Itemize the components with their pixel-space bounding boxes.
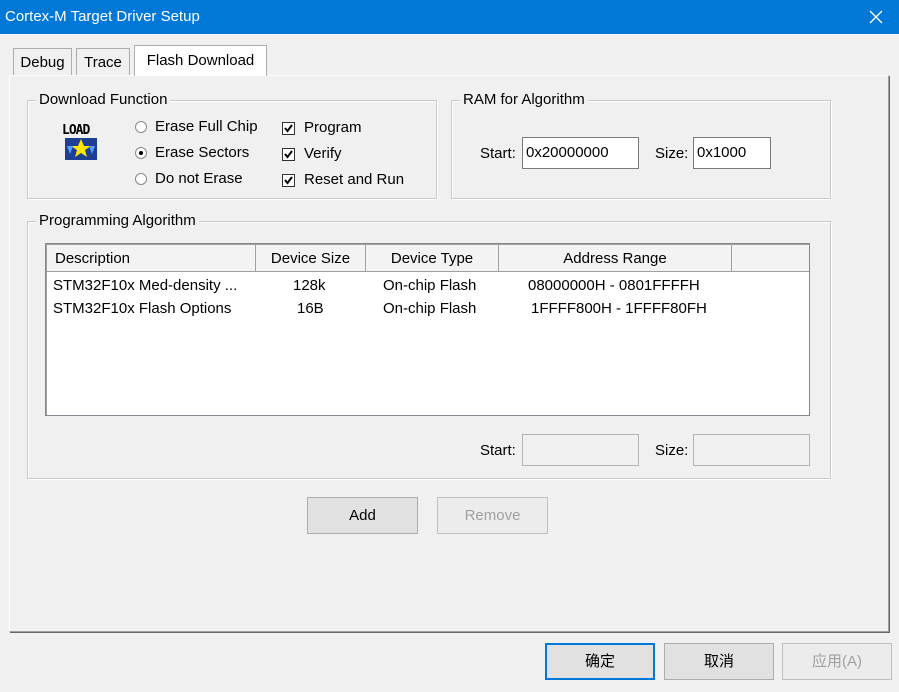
cell-type: On-chip Flash bbox=[383, 277, 477, 294]
radio-do-not-erase[interactable]: Do not Erase bbox=[135, 170, 265, 190]
cell-description: STM32F10x Med-density ... bbox=[53, 277, 238, 294]
radio-circle bbox=[135, 121, 147, 133]
close-button[interactable] bbox=[853, 0, 899, 34]
column-header-address-range[interactable]: Address Range bbox=[499, 245, 732, 272]
check-icon bbox=[284, 176, 293, 185]
load-icon-text: LOAD bbox=[62, 123, 90, 138]
cell-range: 1FFFF800H - 1FFFF80FH bbox=[531, 300, 707, 317]
cancel-button[interactable]: 取消 bbox=[664, 643, 774, 680]
ram-start-label: Start: bbox=[480, 145, 516, 162]
load-icon: LOAD bbox=[61, 123, 101, 162]
checkbox-box bbox=[282, 174, 295, 187]
list-header: Description Device Size Device Type Addr… bbox=[47, 245, 809, 272]
cell-range: 08000000H - 0801FFFFH bbox=[528, 277, 700, 294]
close-icon bbox=[869, 10, 883, 24]
check-icon bbox=[284, 124, 293, 133]
ram-size-label: Size: bbox=[655, 145, 689, 162]
cell-type: On-chip Flash bbox=[383, 300, 477, 317]
tab-trace[interactable]: Trace bbox=[76, 48, 130, 75]
algorithm-list[interactable]: Description Device Size Device Type Addr… bbox=[45, 243, 810, 416]
checkbox-program[interactable]: Program bbox=[282, 119, 392, 139]
cell-size: 128k bbox=[293, 277, 326, 294]
algorithm-start-label: Start: bbox=[480, 442, 516, 459]
algorithm-size-label: Size: bbox=[655, 442, 689, 459]
add-button[interactable]: Add bbox=[307, 497, 418, 534]
table-row[interactable]: STM32F10x Med-density ... 128k On-chip F… bbox=[46, 276, 806, 299]
algorithm-start-input[interactable] bbox=[522, 434, 639, 466]
column-header-device-size[interactable]: Device Size bbox=[256, 245, 366, 272]
remove-button[interactable]: Remove bbox=[437, 497, 548, 534]
check-icon bbox=[284, 150, 293, 159]
column-header-description[interactable]: Description bbox=[47, 245, 256, 272]
checkbox-box bbox=[282, 148, 295, 161]
radio-erase-sectors[interactable]: Erase Sectors bbox=[135, 144, 265, 164]
apply-button[interactable]: 应用(A) bbox=[782, 643, 892, 680]
tab-debug[interactable]: Debug bbox=[13, 48, 72, 75]
table-row[interactable]: STM32F10x Flash Options 16B On-chip Flas… bbox=[46, 299, 806, 322]
ok-button[interactable]: 确定 bbox=[545, 643, 655, 680]
ram-start-input[interactable]: 0x20000000 bbox=[522, 137, 639, 169]
programming-algorithm-label: Programming Algorithm bbox=[36, 212, 199, 230]
column-header-empty bbox=[732, 245, 809, 272]
cell-size: 16B bbox=[297, 300, 324, 317]
radio-erase-full-chip[interactable]: Erase Full Chip bbox=[135, 118, 265, 138]
checkbox-box bbox=[282, 122, 295, 135]
algorithm-size-input[interactable] bbox=[693, 434, 810, 466]
radio-circle-selected bbox=[135, 147, 147, 159]
cell-description: STM32F10x Flash Options bbox=[53, 300, 232, 317]
radio-circle bbox=[135, 173, 147, 185]
window-title: Cortex-M Target Driver Setup bbox=[5, 8, 200, 25]
checkbox-verify[interactable]: Verify bbox=[282, 145, 392, 165]
ram-size-input[interactable]: 0x1000 bbox=[693, 137, 771, 169]
title-bar: Cortex-M Target Driver Setup bbox=[0, 0, 899, 34]
download-function-label: Download Function bbox=[36, 91, 171, 109]
checkbox-reset-and-run[interactable]: Reset and Run bbox=[282, 171, 412, 191]
column-header-device-type[interactable]: Device Type bbox=[366, 245, 499, 272]
tab-flash-download[interactable]: Flash Download bbox=[134, 45, 267, 76]
ram-for-algorithm-label: RAM for Algorithm bbox=[460, 91, 588, 109]
